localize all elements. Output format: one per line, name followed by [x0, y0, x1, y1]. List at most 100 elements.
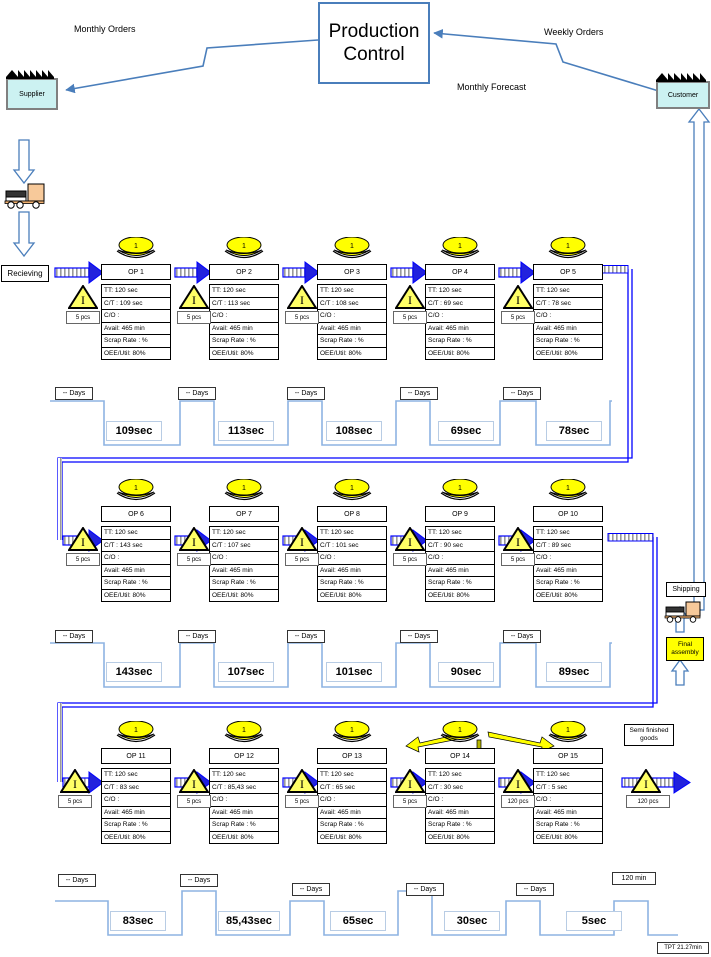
- inventory-qty-box: 5 pcs: [285, 553, 319, 566]
- inventory-triangle-icon: I: [179, 769, 209, 793]
- sfg-line1: Semi finished: [629, 727, 669, 734]
- process-name-box[interactable]: OP 2: [209, 264, 279, 280]
- svg-text:I: I: [516, 293, 520, 307]
- operator-icon: 1: [332, 721, 372, 743]
- timeline-value-label: 69sec: [450, 425, 482, 437]
- timeline-value-box: 90sec: [438, 662, 494, 682]
- inventory-qty-box: 5 pcs: [177, 553, 211, 566]
- process-name-box[interactable]: OP 10: [533, 506, 603, 522]
- svg-text:I: I: [81, 293, 85, 307]
- process-name-label: OP 3: [344, 268, 360, 276]
- inventory-qty-label: 5 pcs: [294, 556, 310, 563]
- data-avail: Avail: 465 min: [426, 807, 494, 819]
- timeline-value-box: 108sec: [326, 421, 382, 441]
- inventory-qty-box: 5 pcs: [58, 795, 92, 808]
- operator-icon: 1: [224, 721, 264, 743]
- timeline-delay-label: -- Days: [294, 390, 318, 397]
- svg-text:I: I: [192, 777, 196, 791]
- timeline-value-label: 143sec: [115, 666, 153, 678]
- timeline-delay-label: -- Days: [510, 390, 534, 397]
- timeline-delay-box: -- Days: [292, 883, 330, 896]
- receiving-box: Recieving: [1, 265, 49, 282]
- process-name-box[interactable]: OP 11: [101, 748, 171, 764]
- svg-text:I: I: [73, 777, 77, 791]
- inventory-triangle-icon: I: [60, 769, 90, 793]
- data-avail: Avail: 465 min: [318, 565, 386, 577]
- process-name-label: OP 14: [450, 752, 470, 760]
- data-avail: Avail: 465 min: [102, 565, 170, 577]
- process-name-box[interactable]: OP 1: [101, 264, 171, 280]
- data-oee: OEE/Util: 80%: [428, 349, 470, 357]
- inventory-qty-label: 5 pcs: [186, 798, 202, 805]
- process-name-label: OP 5: [560, 268, 576, 276]
- inventory-triangle-icon: I: [395, 527, 425, 551]
- process-name-box[interactable]: OP 9: [425, 506, 495, 522]
- data-avail: Avail: 465 min: [210, 323, 278, 335]
- timeline-delay-box: -- Days: [55, 387, 93, 400]
- timeline-value-label: 5sec: [581, 915, 607, 927]
- factory-roof-icon: [656, 73, 706, 82]
- operator-icon: 1: [224, 479, 264, 501]
- inventory-triangle-icon: I: [287, 769, 317, 793]
- timeline-value-label: 109sec: [115, 425, 153, 437]
- operator-icon: 1: [548, 479, 588, 501]
- process-data-box: TT: 120 sec C/T : 109 sec C/O : Avail: 4…: [101, 284, 171, 360]
- supplier-node: Supplier: [6, 70, 58, 110]
- process-name-box[interactable]: OP 5: [533, 264, 603, 280]
- push-arrow-truck-to-receiving: [12, 211, 36, 258]
- svg-text:I: I: [644, 777, 648, 791]
- data-scrap: Scrap Rate : %: [534, 577, 602, 590]
- timeline-value-label: 83sec: [122, 915, 154, 927]
- process-name-label: OP 2: [236, 268, 252, 276]
- data-avail: Avail: 465 min: [426, 323, 494, 335]
- timeline-delay-label: -- Days: [299, 886, 323, 893]
- push-arrow-shipping-to-customer: [687, 107, 711, 611]
- timeline-delay-label: -- Days: [65, 877, 89, 884]
- process-data-box: TT: 120 sec C/T : 30 sec C/O : Avail: 46…: [425, 768, 495, 844]
- process-name-box[interactable]: OP 7: [209, 506, 279, 522]
- process-name-box[interactable]: OP 8: [317, 506, 387, 522]
- process-name-box[interactable]: OP 12: [209, 748, 279, 764]
- process-name-label: OP 15: [558, 752, 578, 760]
- inventory-qty-label: 5 pcs: [402, 798, 418, 805]
- timeline-value-box: 83sec: [110, 911, 166, 931]
- timeline-value-label: 107sec: [227, 666, 265, 678]
- process-name-label: OP 9: [452, 510, 468, 518]
- timeline-value-label: 113sec: [227, 425, 265, 437]
- inventory-triangle-icon: I: [503, 285, 533, 309]
- data-tt: TT: 120 sec: [210, 769, 278, 782]
- svg-text:1: 1: [566, 727, 570, 734]
- process-data-box: TT: 120 sec C/T : 113 sec C/O : Avail: 4…: [209, 284, 279, 360]
- timeline-delay-box: -- Days: [400, 387, 438, 400]
- process-name-box[interactable]: OP 15: [533, 748, 603, 764]
- data-oee: OEE/Util: 80%: [104, 833, 146, 841]
- production-control-box: Production Control: [318, 2, 430, 84]
- timeline-value-box: 89sec: [546, 662, 602, 682]
- process-data-box: TT: 120 sec C/T : 89 sec C/O : Avail: 46…: [533, 526, 603, 602]
- timeline-delay-label: -- Days: [407, 390, 431, 397]
- process-name-box[interactable]: OP 14: [425, 748, 495, 764]
- inventory-qty-box: 120 pcs: [501, 795, 535, 808]
- process-name-box[interactable]: OP 6: [101, 506, 171, 522]
- data-scrap: Scrap Rate : %: [102, 577, 170, 590]
- data-scrap: Scrap Rate : %: [534, 819, 602, 832]
- process-name-label: OP 12: [234, 752, 254, 760]
- data-co: C/O :: [534, 794, 602, 807]
- process-name-box[interactable]: OP 3: [317, 264, 387, 280]
- data-tt: TT: 120 sec: [426, 285, 494, 298]
- inventory-qty-box: 5 pcs: [393, 553, 427, 566]
- label-weekly-orders: Weekly Orders: [544, 27, 604, 37]
- inventory-qty-label: 5 pcs: [402, 556, 418, 563]
- timeline-delay-label: -- Days: [62, 633, 86, 640]
- process-data-box: TT: 120 sec C/T : 107 sec C/O : Avail: 4…: [209, 526, 279, 602]
- data-ct: C/T : 143 sec: [102, 540, 170, 552]
- timeline-delay-box: -- Days: [503, 630, 541, 643]
- process-data-box: TT: 120 sec C/T : 143 sec C/O : Avail: 4…: [101, 526, 171, 602]
- process-name-box[interactable]: OP 13: [317, 748, 387, 764]
- process-name-box[interactable]: OP 4: [425, 264, 495, 280]
- data-tt: TT: 120 sec: [102, 527, 170, 540]
- info-arrow-monthly-orders: [65, 39, 319, 94]
- data-scrap: Scrap Rate : %: [318, 335, 386, 348]
- process-data-box: TT: 120 sec C/T : 65 sec C/O : Avail: 46…: [317, 768, 387, 844]
- timeline-value-label: 108sec: [335, 425, 373, 437]
